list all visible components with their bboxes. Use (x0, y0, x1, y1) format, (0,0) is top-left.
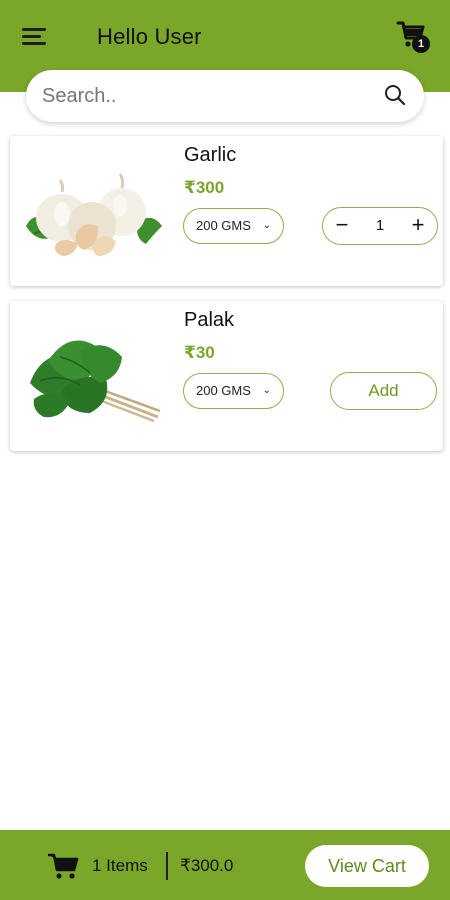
cart-count-badge: 1 (412, 35, 430, 53)
weight-value: 200 GMS (196, 383, 251, 398)
weight-dropdown[interactable]: 200 GMS ⌄ (183, 208, 284, 244)
chevron-down-icon: ⌄ (262, 385, 271, 396)
cart-summary-bar: 1 Items ₹300.0 View Cart (0, 830, 450, 900)
quantity-stepper: − 1 + (322, 207, 438, 245)
chevron-down-icon: ⌄ (262, 220, 271, 231)
product-name: Palak (184, 309, 235, 331)
divider (166, 852, 168, 880)
product-card-palak: Palak ₹30 200 GMS ⌄ Add (10, 301, 443, 451)
quantity-value: 1 (375, 217, 385, 234)
cart-total: ₹300.0 (180, 856, 234, 875)
product-price: ₹30 (184, 343, 215, 362)
search-icon[interactable] (384, 84, 406, 106)
product-card-garlic: Garlic ₹300 200 GMS ⌄ − 1 + (10, 136, 443, 286)
search-input[interactable] (42, 82, 362, 110)
product-name: Garlic (184, 144, 237, 166)
product-price: ₹300 (184, 178, 225, 197)
hamburger-menu-icon[interactable] (22, 27, 48, 47)
weight-dropdown[interactable]: 200 GMS ⌄ (183, 373, 284, 409)
search-bar (26, 70, 424, 122)
increment-button[interactable]: + (403, 208, 433, 244)
greeting-title: Hello User (97, 24, 202, 49)
cart-icon (48, 853, 79, 879)
spinach-image (30, 340, 161, 423)
garlic-image (26, 173, 162, 256)
header-cart-button[interactable]: 1 (396, 20, 432, 54)
app-root: Hello User 1 Search.. Garlic ₹300 200 GM… (0, 0, 450, 900)
cart-items-count: 1 Items (92, 856, 148, 875)
view-cart-button[interactable]: View Cart (305, 845, 429, 887)
add-to-cart-button[interactable]: Add (330, 372, 437, 410)
decrement-button[interactable]: − (327, 208, 357, 244)
weight-value: 200 GMS (196, 218, 251, 233)
